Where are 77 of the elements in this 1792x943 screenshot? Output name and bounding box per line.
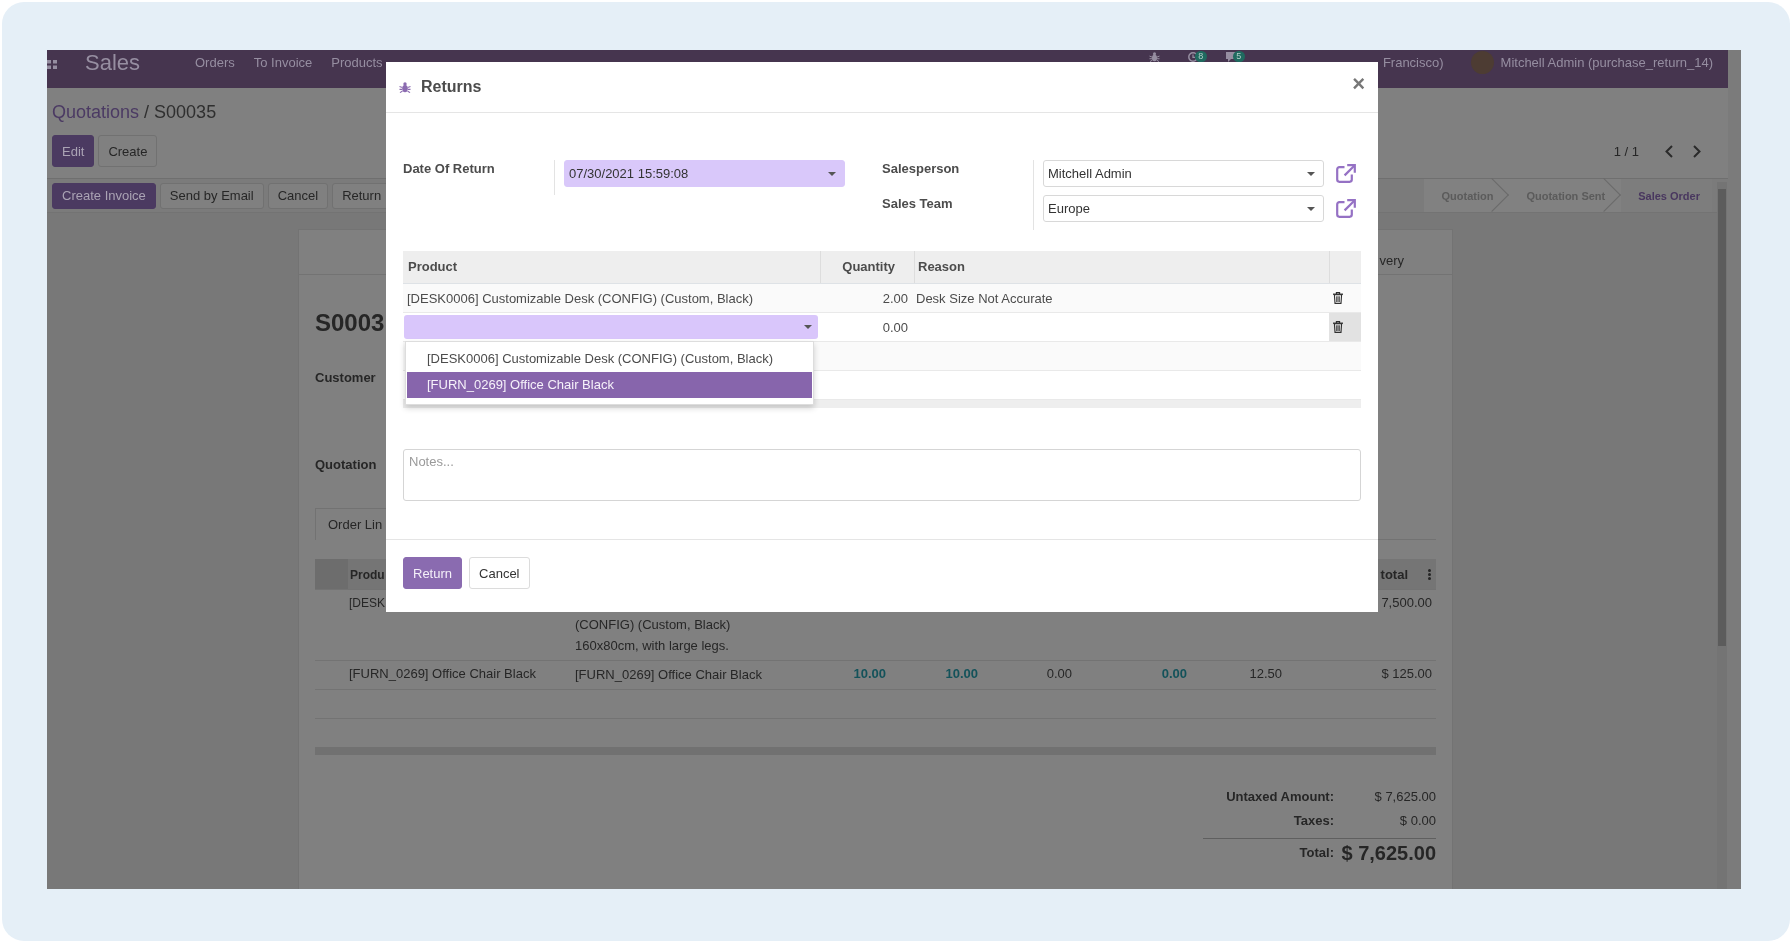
table-cell: 10.00: [945, 666, 978, 681]
pager-value: 1 / 1: [1613, 143, 1639, 159]
menu-item[interactable]: To Invoice: [253, 55, 313, 71]
table-cell: $ 125.00: [1381, 666, 1432, 681]
dialog-button[interactable]: Cancel: [469, 557, 530, 589]
vertical-dots-icon[interactable]: [1428, 568, 1431, 580]
caret-icon: [1307, 171, 1315, 176]
clock-icon[interactable]: [1187, 52, 1198, 62]
notes-field[interactable]: Notes...: [403, 449, 1361, 501]
dropdown-option[interactable]: [FURN_0269] Office Chair Black: [407, 372, 812, 398]
dropdown-field[interactable]: Europe: [1043, 195, 1324, 222]
total-label: Total:: [1299, 844, 1334, 862]
total-value: $ 7,625.00: [1341, 841, 1436, 866]
table-cell: [DESK: [349, 596, 385, 610]
product-input-field[interactable]: [404, 315, 818, 339]
field-label: Customer: [315, 370, 376, 386]
column-header[interactable]: Produ: [350, 567, 385, 582]
caret-icon: [1307, 206, 1315, 211]
caret-icon: [828, 171, 836, 176]
external-link-icon[interactable]: [1336, 164, 1356, 183]
breadcrumb-link[interactable]: Quotations: [52, 100, 140, 124]
bug-icon: [399, 81, 411, 93]
field-label: Date Of Return: [403, 161, 495, 176]
field-label: Salesperson: [882, 161, 960, 176]
table-cell: 2.00: [882, 290, 908, 306]
table-cell: 7,500.00: [1381, 595, 1432, 610]
breadcrumb-current: S00035: [154, 101, 217, 124]
dropdown-field[interactable]: Mitchell Admin: [1043, 160, 1324, 187]
column-header[interactable]: total: [1380, 566, 1408, 582]
table-cell: [DESK0006] Customizable Desk (CONFIG) (Custom, Black): [407, 290, 754, 306]
external-link-icon[interactable]: [1336, 199, 1356, 218]
toolbar-button[interactable]: Edit: [52, 135, 95, 167]
smart-button[interactable]: very: [1379, 253, 1404, 269]
notification-badge: 8: [1194, 51, 1207, 62]
table-cell-text: [FURN_0269] Office Chair Black: [575, 666, 762, 684]
column-header[interactable]: Product: [408, 259, 458, 274]
chevron-right-icon[interactable]: [1693, 144, 1701, 158]
total-value: $ 7,625.00: [1374, 788, 1436, 806]
table-cell: 10.00: [853, 666, 886, 681]
table-cell: 0.00: [1161, 666, 1187, 681]
app-name: Sales: [85, 50, 141, 76]
table-cell: [FURN_0269] Office Chair Black: [349, 666, 536, 681]
toolbar-button[interactable]: Create: [98, 135, 158, 167]
scrollbar-thumb[interactable]: [1718, 189, 1726, 646]
close-button[interactable]: ×: [1352, 72, 1365, 95]
dialog-button[interactable]: Return: [403, 557, 463, 589]
trash-icon[interactable]: [1333, 292, 1343, 304]
field-label: Sales Team: [882, 196, 953, 211]
column-header[interactable]: Reason: [918, 259, 965, 274]
menu-item[interactable]: Orders: [195, 55, 235, 71]
table-cell: 12.50: [1249, 666, 1282, 681]
dialog-title: Returns: [421, 77, 482, 97]
bug-icon[interactable]: [1148, 52, 1160, 62]
record-title: S0003: [315, 308, 385, 338]
app-grid-icon[interactable]: [47, 60, 57, 69]
total-value: $ 0.00: [1399, 812, 1436, 830]
total-label: Taxes:: [1293, 812, 1334, 830]
scrollbar[interactable]: [1717, 182, 1727, 889]
breadcrumb-separator: /: [144, 101, 150, 124]
chevron-left-icon[interactable]: [1665, 144, 1673, 158]
table-cell: Desk Size Not Accurate: [916, 290, 1053, 306]
total-label: Untaxed Amount:: [1226, 788, 1334, 806]
user-name[interactable]: Mitchell Admin (purchase_return_14): [1500, 55, 1713, 71]
column-header[interactable]: Quantity: [842, 259, 895, 274]
company-name[interactable]: Francisco): [1382, 55, 1444, 71]
menu-item[interactable]: Products: [331, 55, 383, 71]
notification-badge: 5: [1232, 51, 1245, 62]
caret-icon: [804, 325, 812, 329]
table-cell: 0.00: [882, 319, 908, 335]
action-button[interactable]: Send by Email: [159, 182, 264, 209]
table-cell: 0.00: [1046, 666, 1072, 681]
field-label: Quotation: [315, 457, 377, 473]
action-button[interactable]: Create Invoice: [52, 182, 156, 209]
table-cell-text: (CONFIG) (Custom, Black) 160x80cm, with large legs.: [575, 616, 731, 655]
trash-icon[interactable]: [1333, 321, 1343, 333]
dropdown-field[interactable]: 07/30/2021 15:59:08: [564, 160, 845, 187]
action-button[interactable]: Cancel: [267, 182, 329, 209]
